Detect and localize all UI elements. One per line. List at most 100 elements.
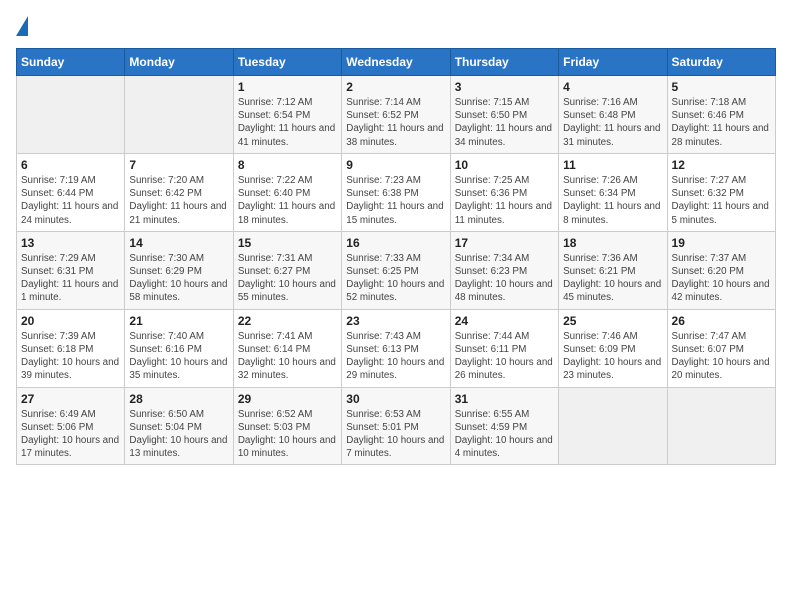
day-number: 20 (21, 314, 120, 328)
calendar-cell (17, 76, 125, 154)
day-number: 6 (21, 158, 120, 172)
day-number: 16 (346, 236, 445, 250)
calendar-cell: 8 Sunrise: 7:22 AMSunset: 6:40 PMDaylight… (233, 153, 341, 231)
day-number: 7 (129, 158, 228, 172)
day-number: 2 (346, 80, 445, 94)
calendar-cell: 18 Sunrise: 7:36 AMSunset: 6:21 PMDayligh… (559, 231, 667, 309)
day-detail: Sunrise: 7:30 AMSunset: 6:29 PMDaylight:… (129, 252, 228, 305)
calendar-cell: 5 Sunrise: 7:18 AMSunset: 6:46 PMDaylight… (667, 76, 775, 154)
day-detail: Sunrise: 7:31 AMSunset: 6:27 PMDaylight:… (238, 252, 337, 305)
calendar-cell: 24 Sunrise: 7:44 AMSunset: 6:11 PMDayligh… (450, 309, 558, 387)
weekday-header-saturday: Saturday (667, 49, 775, 76)
calendar-cell: 22 Sunrise: 7:41 AMSunset: 6:14 PMDayligh… (233, 309, 341, 387)
day-number: 12 (672, 158, 771, 172)
calendar-cell: 16 Sunrise: 7:33 AMSunset: 6:25 PMDayligh… (342, 231, 450, 309)
day-number: 3 (455, 80, 554, 94)
calendar-cell: 4 Sunrise: 7:16 AMSunset: 6:48 PMDaylight… (559, 76, 667, 154)
day-detail: Sunrise: 7:40 AMSunset: 6:16 PMDaylight:… (129, 330, 228, 383)
calendar-cell: 14 Sunrise: 7:30 AMSunset: 6:29 PMDayligh… (125, 231, 233, 309)
day-number: 11 (563, 158, 662, 172)
day-number: 8 (238, 158, 337, 172)
day-number: 23 (346, 314, 445, 328)
day-number: 14 (129, 236, 228, 250)
day-detail: Sunrise: 7:25 AMSunset: 6:36 PMDaylight:… (455, 174, 554, 227)
day-number: 4 (563, 80, 662, 94)
weekday-header-sunday: Sunday (17, 49, 125, 76)
day-number: 21 (129, 314, 228, 328)
logo (16, 16, 32, 36)
day-number: 24 (455, 314, 554, 328)
calendar-cell: 21 Sunrise: 7:40 AMSunset: 6:16 PMDayligh… (125, 309, 233, 387)
day-number: 15 (238, 236, 337, 250)
calendar-cell: 10 Sunrise: 7:25 AMSunset: 6:36 PMDayligh… (450, 153, 558, 231)
day-number: 17 (455, 236, 554, 250)
calendar-cell: 9 Sunrise: 7:23 AMSunset: 6:38 PMDaylight… (342, 153, 450, 231)
logo-blue-text (16, 16, 32, 36)
day-detail: Sunrise: 7:36 AMSunset: 6:21 PMDaylight:… (563, 252, 662, 305)
calendar-cell: 11 Sunrise: 7:26 AMSunset: 6:34 PMDayligh… (559, 153, 667, 231)
weekday-header-row: SundayMondayTuesdayWednesdayThursdayFrid… (17, 49, 776, 76)
calendar-cell: 2Sunrise: 7:14 AMSunset: 6:52 PMDaylight… (342, 76, 450, 154)
day-number: 1 (238, 80, 337, 94)
day-detail: Sunrise: 7:12 AMSunset: 6:54 PMDaylight:… (238, 96, 337, 149)
day-number: 31 (455, 392, 554, 406)
day-number: 28 (129, 392, 228, 406)
calendar-cell: 31 Sunrise: 6:55 AMSunset: 4:59 PMDayligh… (450, 387, 558, 465)
day-detail: Sunrise: 7:18 AMSunset: 6:46 PMDaylight:… (672, 96, 771, 149)
calendar-cell (559, 387, 667, 465)
logo-triangle-icon (16, 16, 28, 36)
page-header (16, 16, 776, 36)
day-detail: Sunrise: 7:22 AMSunset: 6:40 PMDaylight:… (238, 174, 337, 227)
day-number: 29 (238, 392, 337, 406)
day-detail: Sunrise: 7:26 AMSunset: 6:34 PMDaylight:… (563, 174, 662, 227)
day-detail: Sunrise: 7:41 AMSunset: 6:14 PMDaylight:… (238, 330, 337, 383)
calendar-cell: 1 Sunrise: 7:12 AMSunset: 6:54 PMDaylight… (233, 76, 341, 154)
calendar-cell (125, 76, 233, 154)
calendar-cell: 3Sunrise: 7:15 AMSunset: 6:50 PMDaylight… (450, 76, 558, 154)
calendar-cell: 28 Sunrise: 6:50 AMSunset: 5:04 PMDayligh… (125, 387, 233, 465)
calendar-cell: 17 Sunrise: 7:34 AMSunset: 6:23 PMDayligh… (450, 231, 558, 309)
day-detail: Sunrise: 7:27 AMSunset: 6:32 PMDaylight:… (672, 174, 771, 227)
calendar-cell: 25 Sunrise: 7:46 AMSunset: 6:09 PMDayligh… (559, 309, 667, 387)
calendar-week-row: 20Sunrise: 7:39 AMSunset: 6:18 PMDayligh… (17, 309, 776, 387)
weekday-header-wednesday: Wednesday (342, 49, 450, 76)
day-detail: Sunrise: 7:37 AMSunset: 6:20 PMDaylight:… (672, 252, 771, 305)
weekday-header-friday: Friday (559, 49, 667, 76)
day-detail: Sunrise: 6:52 AMSunset: 5:03 PMDaylight:… (238, 408, 337, 461)
calendar-cell: 19 Sunrise: 7:37 AMSunset: 6:20 PMDayligh… (667, 231, 775, 309)
day-detail: Sunrise: 7:16 AMSunset: 6:48 PMDaylight:… (563, 96, 662, 149)
calendar-cell: 15 Sunrise: 7:31 AMSunset: 6:27 PMDayligh… (233, 231, 341, 309)
calendar-cell: 27 Sunrise: 6:49 AMSunset: 5:06 PMDayligh… (17, 387, 125, 465)
day-number: 26 (672, 314, 771, 328)
calendar-cell: 13 Sunrise: 7:29 AMSunset: 6:31 PMDayligh… (17, 231, 125, 309)
day-detail: Sunrise: 7:44 AMSunset: 6:11 PMDaylight:… (455, 330, 554, 383)
calendar-cell: 30Sunrise: 6:53 AMSunset: 5:01 PMDayligh… (342, 387, 450, 465)
calendar-cell (667, 387, 775, 465)
day-detail: Sunrise: 7:46 AMSunset: 6:09 PMDaylight:… (563, 330, 662, 383)
day-number: 18 (563, 236, 662, 250)
day-number: 19 (672, 236, 771, 250)
calendar-cell: 6Sunrise: 7:19 AMSunset: 6:44 PMDaylight… (17, 153, 125, 231)
day-detail: Sunrise: 7:23 AMSunset: 6:38 PMDaylight:… (346, 174, 445, 227)
day-number: 13 (21, 236, 120, 250)
day-number: 9 (346, 158, 445, 172)
day-number: 5 (672, 80, 771, 94)
day-detail: Sunrise: 6:49 AMSunset: 5:06 PMDaylight:… (21, 408, 120, 461)
calendar-cell: 29 Sunrise: 6:52 AMSunset: 5:03 PMDayligh… (233, 387, 341, 465)
day-detail: Sunrise: 7:33 AMSunset: 6:25 PMDaylight:… (346, 252, 445, 305)
day-number: 25 (563, 314, 662, 328)
day-detail: Sunrise: 7:29 AMSunset: 6:31 PMDaylight:… (21, 252, 120, 305)
day-number: 22 (238, 314, 337, 328)
day-number: 27 (21, 392, 120, 406)
calendar-week-row: 6Sunrise: 7:19 AMSunset: 6:44 PMDaylight… (17, 153, 776, 231)
weekday-header-tuesday: Tuesday (233, 49, 341, 76)
day-number: 30 (346, 392, 445, 406)
calendar-cell: 7Sunrise: 7:20 AMSunset: 6:42 PMDaylight… (125, 153, 233, 231)
day-detail: Sunrise: 6:55 AMSunset: 4:59 PMDaylight:… (455, 408, 554, 461)
calendar-cell: 23Sunrise: 7:43 AMSunset: 6:13 PMDayligh… (342, 309, 450, 387)
day-number: 10 (455, 158, 554, 172)
day-detail: Sunrise: 7:34 AMSunset: 6:23 PMDaylight:… (455, 252, 554, 305)
day-detail: Sunrise: 6:50 AMSunset: 5:04 PMDaylight:… (129, 408, 228, 461)
weekday-header-thursday: Thursday (450, 49, 558, 76)
calendar-week-row: 13 Sunrise: 7:29 AMSunset: 6:31 PMDayligh… (17, 231, 776, 309)
